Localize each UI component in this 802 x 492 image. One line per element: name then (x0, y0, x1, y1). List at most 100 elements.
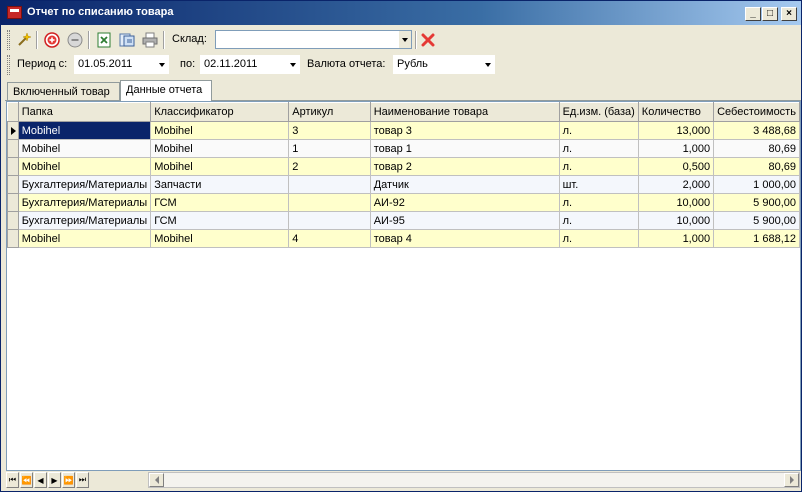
table-row[interactable]: Бухгалтерия/Материалы ГСМ АИ-92 л. 10,00… (7, 193, 800, 212)
table-cell[interactable]: Mobihel (17, 121, 152, 140)
table-cell[interactable]: Датчик (369, 175, 560, 194)
table-cell[interactable]: л. (558, 193, 639, 212)
period-from-date[interactable]: 01.05.2011 (74, 55, 169, 74)
row-indicator[interactable] (7, 139, 19, 158)
column-header-quantity[interactable]: Количество (637, 102, 715, 122)
table-cell[interactable]: ГСМ (150, 193, 290, 212)
toolbar-grip[interactable] (7, 30, 10, 50)
table-cell[interactable]: 1 688,12 (713, 229, 800, 248)
row-indicator[interactable] (7, 193, 19, 212)
table-cell[interactable]: Mobihel (17, 139, 152, 158)
table-cell[interactable]: Mobihel (150, 121, 290, 140)
first-page-icon[interactable]: ⏮ (6, 472, 19, 488)
scroll-right-icon[interactable] (784, 473, 799, 487)
table-cell[interactable]: 4 (288, 229, 371, 248)
table-cell[interactable]: Бухгалтерия/Материалы (17, 193, 152, 212)
previous-record-icon[interactable]: ◀ (34, 472, 47, 488)
table-cell[interactable]: товар 2 (369, 157, 560, 176)
table-cell[interactable]: 80,69 (713, 139, 800, 158)
table-cell[interactable]: л. (558, 157, 639, 176)
table-cell[interactable]: 5 900,00 (713, 193, 800, 212)
tab-included-goods[interactable]: Включенный товар (7, 82, 120, 101)
table-cell[interactable]: 1,000 (637, 229, 715, 248)
remove-icon[interactable] (66, 31, 84, 49)
currency-select[interactable]: Рубль (393, 55, 495, 74)
row-indicator[interactable] (7, 229, 19, 248)
table-cell[interactable]: ГСМ (150, 211, 290, 230)
clear-filter-icon[interactable] (419, 31, 437, 49)
column-header-article[interactable]: Артикул (288, 102, 371, 122)
last-page-icon[interactable]: ⏭ (76, 472, 89, 488)
row-indicator[interactable] (7, 157, 19, 176)
row-indicator[interactable] (7, 175, 19, 194)
wand-icon[interactable] (15, 31, 33, 49)
table-cell[interactable]: Бухгалтерия/Материалы (17, 211, 152, 230)
table-cell[interactable]: 1,000 (637, 139, 715, 158)
table-row[interactable]: Бухгалтерия/Материалы Запчасти Датчик шт… (7, 175, 800, 194)
table-cell[interactable] (288, 193, 371, 212)
chevron-down-icon[interactable] (482, 56, 494, 73)
table-cell[interactable] (288, 175, 371, 194)
chevron-down-icon[interactable] (399, 31, 411, 48)
table-cell[interactable]: Mobihel (150, 139, 290, 158)
print-icon[interactable] (141, 31, 159, 49)
table-cell[interactable]: АИ-92 (369, 193, 560, 212)
next-record-icon[interactable]: ▶ (48, 472, 61, 488)
chevron-down-icon[interactable] (156, 56, 168, 73)
column-header-cost[interactable]: Себестоимость (713, 102, 800, 122)
table-cell[interactable] (288, 211, 371, 230)
close-button[interactable]: × (781, 7, 797, 21)
scroll-left-icon[interactable] (149, 473, 164, 487)
tab-report-data[interactable]: Данные отчета (120, 80, 212, 101)
row-indicator[interactable] (7, 121, 19, 140)
title-bar[interactable]: Отчет по списанию товара _ □ × (1, 1, 801, 25)
table-cell[interactable]: л. (558, 211, 639, 230)
refresh-icon[interactable] (118, 31, 136, 49)
table-row[interactable]: Mobihel Mobihel 4 товар 4 л. 1,000 1 688… (7, 229, 800, 248)
chevron-down-icon[interactable] (287, 56, 299, 73)
table-cell[interactable]: Mobihel (17, 229, 152, 248)
table-cell[interactable]: 10,000 (637, 193, 715, 212)
table-cell[interactable]: л. (558, 229, 639, 248)
table-cell[interactable]: 3 488,68 (713, 121, 800, 140)
previous-page-icon[interactable]: ⏪ (20, 472, 33, 488)
table-cell[interactable]: товар 3 (369, 121, 560, 140)
table-row[interactable]: Бухгалтерия/Материалы ГСМ АИ-95 л. 10,00… (7, 211, 800, 230)
table-cell[interactable]: 3 (288, 121, 371, 140)
toolbar-grip[interactable] (7, 55, 10, 75)
minimize-button[interactable]: _ (745, 7, 761, 21)
table-cell[interactable]: Mobihel (150, 229, 290, 248)
table-cell[interactable]: 0,500 (637, 157, 715, 176)
column-header-classifier[interactable]: Классификатор (150, 102, 290, 122)
table-cell[interactable]: 2,000 (637, 175, 715, 194)
table-row[interactable]: Mobihel Mobihel 1 товар 1 л. 1,000 80,69 (7, 139, 800, 158)
table-cell[interactable]: 1 (288, 139, 371, 158)
row-indicator[interactable] (7, 211, 19, 230)
table-cell[interactable]: 80,69 (713, 157, 800, 176)
table-cell[interactable]: Запчасти (150, 175, 290, 194)
table-cell[interactable]: АИ-95 (369, 211, 560, 230)
add-icon[interactable] (43, 31, 61, 49)
warehouse-select[interactable] (215, 30, 412, 49)
excel-export-icon[interactable] (95, 31, 113, 49)
next-page-icon[interactable]: ⏩ (62, 472, 75, 488)
table-cell[interactable]: 2 (288, 157, 371, 176)
table-cell[interactable]: шт. (558, 175, 639, 194)
column-header-product-name[interactable]: Наименование товара (369, 102, 560, 122)
column-header-folder[interactable]: Папка (17, 102, 152, 122)
table-cell[interactable]: 10,000 (637, 211, 715, 230)
table-cell[interactable]: Бухгалтерия/Материалы (17, 175, 152, 194)
period-to-date[interactable]: 02.11.2011 (200, 55, 300, 74)
table-cell[interactable]: Mobihel (150, 157, 290, 176)
table-row[interactable]: Mobihel Mobihel 3 товар 3 л. 13,000 3 48… (7, 121, 800, 140)
maximize-button[interactable]: □ (762, 7, 778, 21)
table-cell[interactable]: 5 900,00 (713, 211, 800, 230)
table-cell[interactable]: л. (558, 139, 639, 158)
table-cell[interactable]: 13,000 (637, 121, 715, 140)
table-cell[interactable]: товар 1 (369, 139, 560, 158)
table-cell[interactable]: товар 4 (369, 229, 560, 248)
table-cell[interactable]: л. (558, 121, 639, 140)
column-header-unit[interactable]: Ед.изм. (база) (558, 102, 639, 122)
table-row[interactable]: Mobihel Mobihel 2 товар 2 л. 0,500 80,69 (7, 157, 800, 176)
table-cell[interactable]: Mobihel (17, 157, 152, 176)
